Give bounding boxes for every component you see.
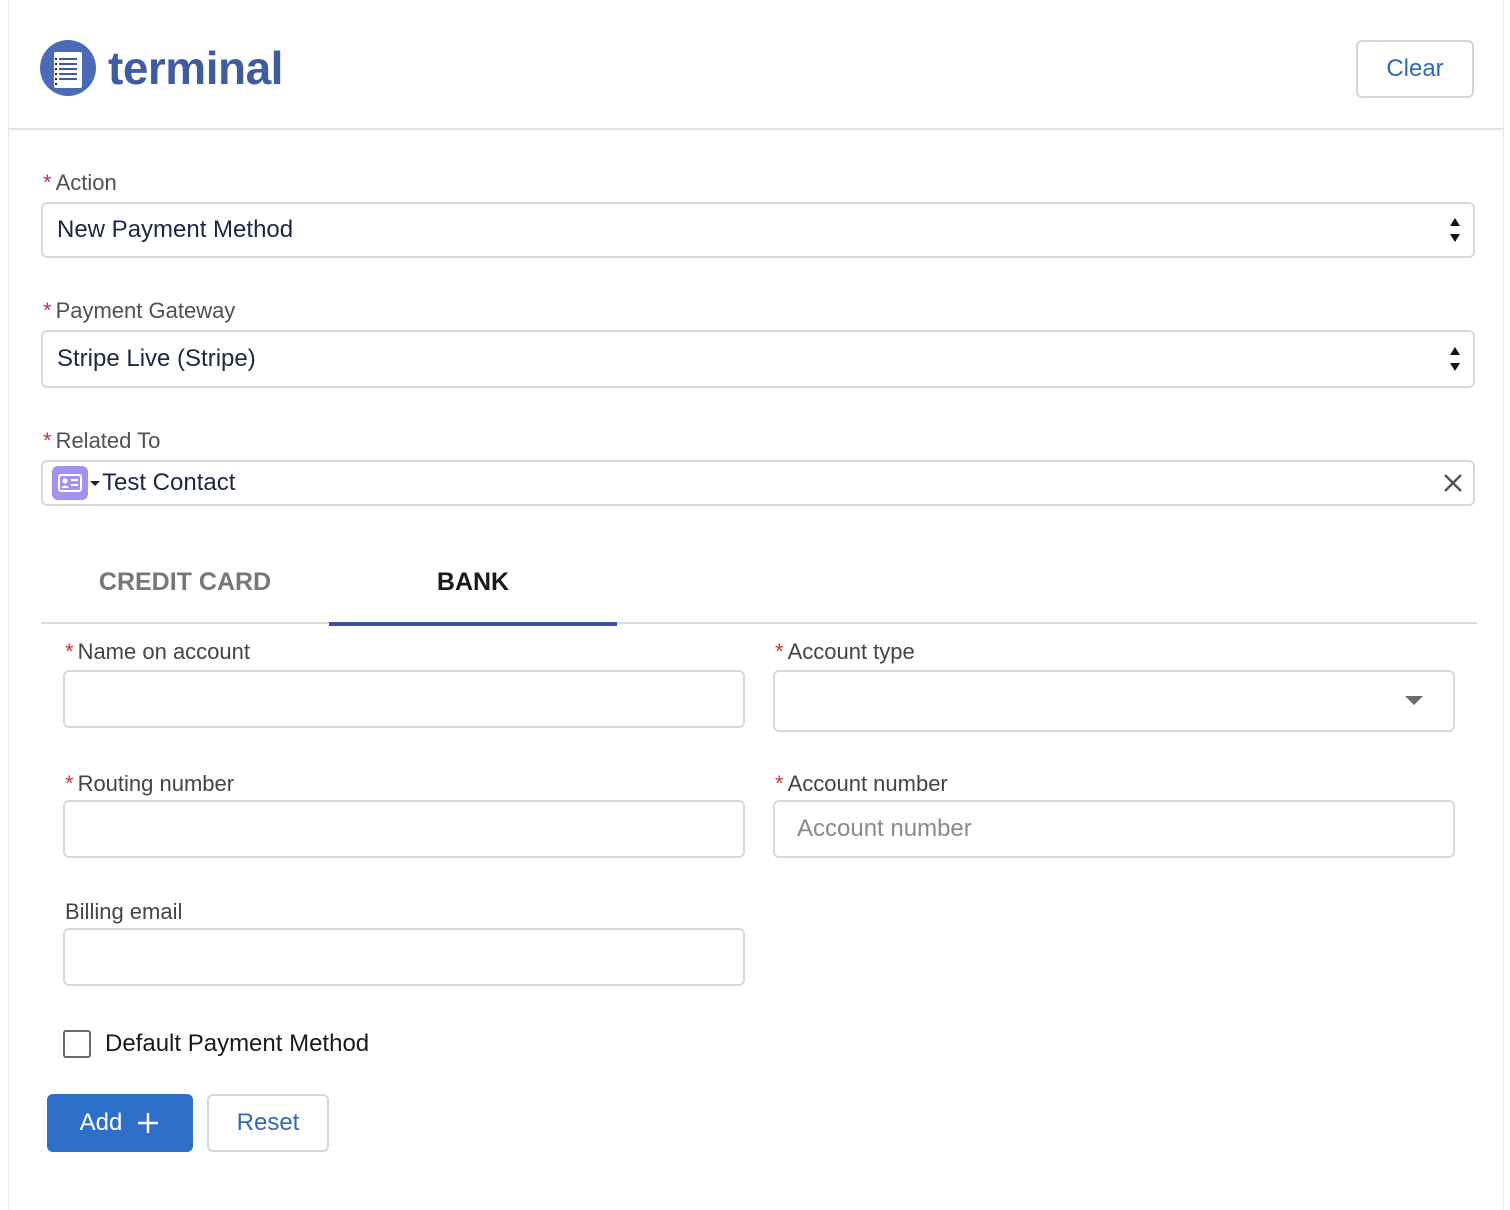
default-payment-checkbox[interactable] (63, 1030, 91, 1058)
add-button-label: Add (79, 1109, 123, 1136)
reset-button[interactable]: Reset (207, 1094, 329, 1152)
account-number-label-text: Account number (787, 771, 948, 796)
required-mark: * (65, 639, 74, 664)
tab-bank[interactable]: BANK (329, 540, 617, 626)
account-type-label-text: Account type (787, 639, 915, 664)
name-on-account-label-text: Name on account (77, 639, 250, 664)
contact-card-icon[interactable] (52, 466, 88, 500)
name-on-account-input[interactable] (63, 670, 745, 728)
account-type-dropdown[interactable] (773, 670, 1455, 732)
related-label-text: Related To (55, 428, 161, 453)
account-number-input[interactable] (773, 800, 1455, 858)
routing-number-label-text: Routing number (77, 771, 235, 796)
gateway-select[interactable]: Stripe Live (Stripe) (41, 330, 1475, 388)
routing-number-label: * Routing number (65, 771, 234, 797)
required-mark: * (43, 298, 52, 323)
required-mark: * (775, 639, 784, 664)
terminal-logo-icon (40, 40, 96, 96)
action-value: New Payment Method (57, 216, 294, 243)
close-icon[interactable] (1441, 471, 1465, 495)
required-mark: * (43, 170, 52, 195)
routing-number-input[interactable] (63, 800, 745, 858)
clear-button[interactable]: Clear (1356, 40, 1474, 98)
action-label-text: Action (55, 170, 117, 195)
payment-tabs: CREDIT CARD BANK (41, 540, 1477, 626)
default-payment-label: Default Payment Method (105, 1030, 370, 1057)
gateway-label-text: Payment Gateway (55, 298, 236, 323)
gateway-label: * Payment Gateway (43, 298, 235, 324)
plus-icon (138, 1113, 159, 1133)
up-down-arrows-icon (1450, 347, 1460, 371)
default-payment-row: Default Payment Method (63, 1030, 369, 1058)
action-label: * Action (43, 170, 117, 196)
account-type-label: * Account type (775, 639, 915, 665)
gateway-value: Stripe Live (Stripe) (57, 345, 256, 372)
terminal-card: terminal Clear * Action New Payment Metho… (8, 0, 1504, 1210)
logo: terminal (40, 40, 283, 96)
action-select[interactable]: New Payment Method (41, 202, 1475, 258)
related-label: * Related To (43, 428, 160, 454)
billing-email-input[interactable] (63, 928, 745, 986)
up-down-arrows-icon (1450, 218, 1460, 242)
chevron-down-icon[interactable] (90, 480, 100, 486)
related-lookup[interactable]: Test Contact (41, 460, 1475, 506)
name-on-account-label: * Name on account (65, 639, 250, 665)
header: terminal Clear (9, 0, 1503, 130)
required-mark: * (65, 771, 74, 796)
chevron-down-icon (1405, 696, 1423, 705)
required-mark: * (775, 771, 784, 796)
tab-credit-card[interactable]: CREDIT CARD (41, 540, 329, 624)
logo-text: terminal (108, 42, 283, 94)
billing-email-label: Billing email (65, 899, 183, 924)
account-number-label: * Account number (775, 771, 948, 797)
required-mark: * (43, 428, 52, 453)
related-value: Test Contact (102, 469, 236, 496)
add-button[interactable]: Add (47, 1094, 193, 1152)
